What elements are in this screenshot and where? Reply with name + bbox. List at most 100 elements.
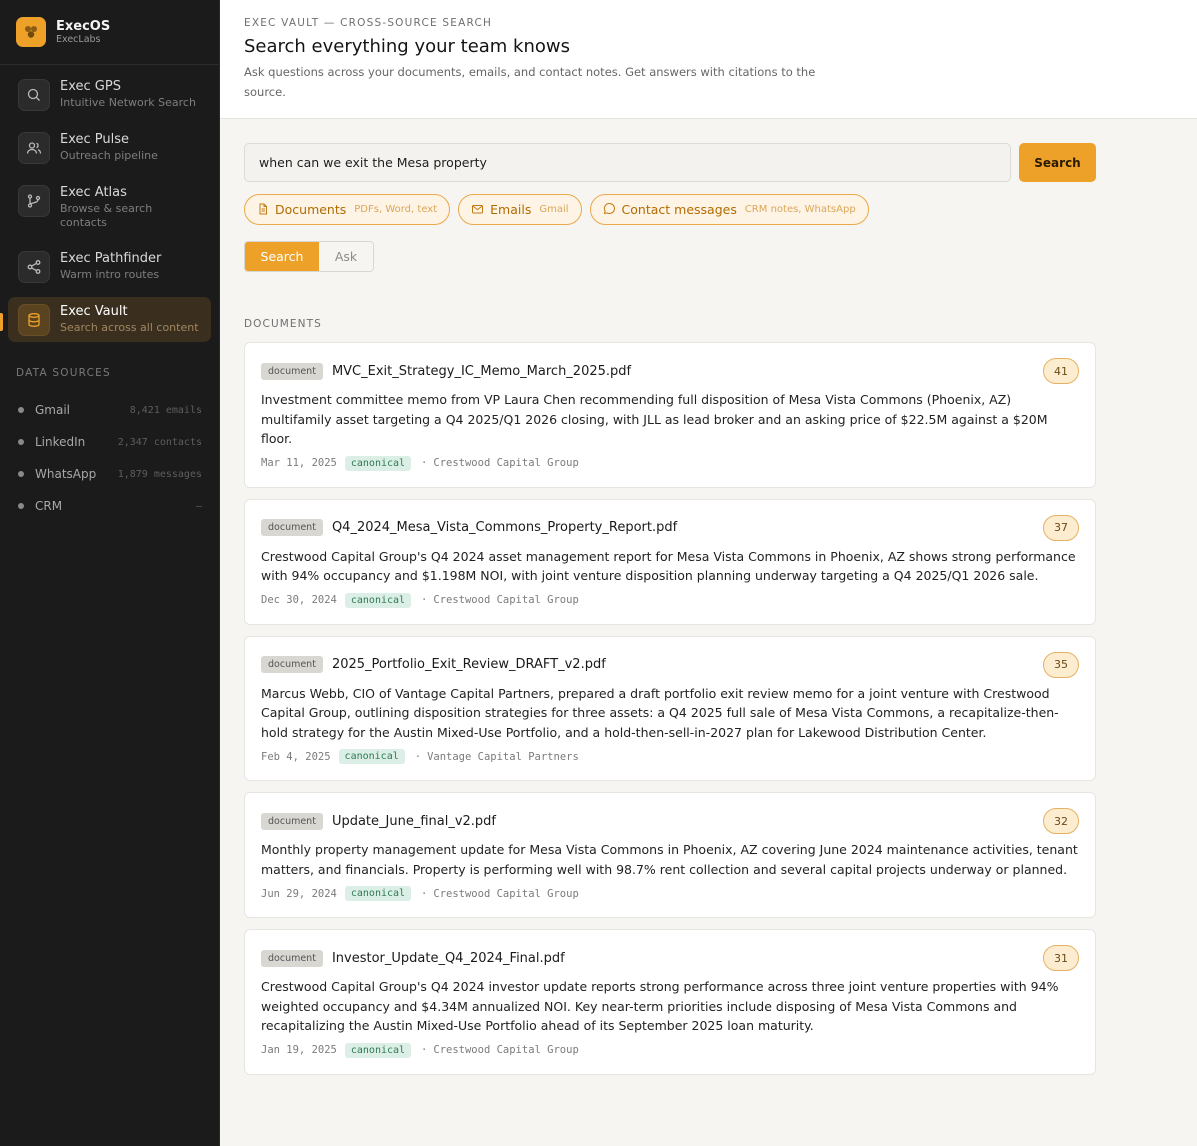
result-org: Crestwood Capital Group (433, 1044, 579, 1056)
data-source-crm[interactable]: CRM — (16, 490, 202, 522)
git-branch-icon (18, 185, 50, 217)
share-icon (18, 251, 50, 283)
data-source-whatsapp[interactable]: WhatsApp 1,879 messages (16, 458, 202, 490)
nav-title: Exec Vault (60, 304, 128, 319)
data-sources-heading: DATA SOURCES (16, 367, 111, 379)
sidebar-item-exec-pathfinder[interactable]: Exec Pathfinder Warm intro routes (8, 244, 211, 289)
sidebar-item-exec-pulse[interactable]: Exec Pulse Outreach pipeline (8, 125, 211, 170)
result-date: Jun 29, 2024 (261, 887, 337, 900)
nav-title: Exec Pathfinder (60, 251, 162, 266)
result-card[interactable]: document Investor_Update_Q4_2024_Final.p… (244, 929, 1096, 1075)
status-dot-icon (18, 407, 24, 413)
sidebar-item-exec-atlas[interactable]: Exec Atlas Browse & search contacts (8, 178, 211, 236)
data-source-name: Gmail (35, 403, 71, 417)
data-source-count: 2,347 contacts (117, 436, 202, 448)
status-badge: canonical (344, 1042, 412, 1058)
page-subtitle: Ask questions across your documents, ema… (244, 65, 816, 99)
brand[interactable]: ExecOS ExecLabs (0, 0, 219, 65)
mode-search-button[interactable]: Search (245, 242, 319, 271)
result-date: Jan 19, 2025 (261, 1044, 337, 1056)
doc-type-tag: document (261, 812, 323, 830)
relevance-score-badge: 35 (1043, 651, 1079, 678)
search-input[interactable] (244, 143, 1011, 182)
doc-type-tag: document (261, 949, 323, 967)
result-org: Crestwood Capital Group (433, 887, 579, 900)
nav-desc: Intuitive Network Search (60, 96, 196, 109)
data-sources-list: Gmail 8,421 emails LinkedIn 2,347 contac… (16, 394, 202, 522)
active-indicator (0, 313, 3, 331)
message-icon (603, 200, 616, 219)
status-badge: canonical (344, 455, 412, 471)
filter-emails-chip[interactable]: Emails Gmail (458, 194, 582, 225)
result-date: Dec 30, 2024 (261, 594, 337, 606)
mode-ask-button[interactable]: Ask (319, 242, 373, 271)
result-file-name[interactable]: Q4_2024_Mesa_Vista_Commons_Property_Repo… (332, 520, 677, 535)
brand-org: ExecLabs (56, 34, 101, 45)
data-source-name: CRM (35, 499, 63, 513)
database-icon (18, 304, 50, 336)
users-icon (18, 132, 50, 164)
results-section-label: DOCUMENTS (244, 318, 322, 330)
filter-label: Emails (490, 202, 532, 217)
page-title: Search everything your team knows (244, 36, 570, 57)
meta-separator: · (421, 1044, 428, 1056)
data-source-name: LinkedIn (35, 435, 86, 449)
sidebar-nav: Exec GPS Intuitive Network Search Exec P… (0, 72, 211, 350)
filter-hint: CRM notes, WhatsApp (744, 204, 856, 215)
filter-documents-chip[interactable]: Documents PDFs, Word, text (244, 194, 451, 225)
result-file-name[interactable]: MVC_Exit_Strategy_IC_Memo_March_2025.pdf (332, 364, 631, 379)
meta-separator: · (414, 750, 422, 763)
result-card[interactable]: document MVC_Exit_Strategy_IC_Memo_March… (244, 342, 1096, 488)
result-org: Crestwood Capital Group (433, 457, 579, 469)
results-list: document MVC_Exit_Strategy_IC_Memo_March… (244, 342, 1096, 1086)
mail-icon (471, 200, 484, 219)
status-dot-icon (18, 503, 24, 509)
search-icon (18, 79, 50, 111)
nav-desc: Search across all content (60, 321, 199, 334)
result-card[interactable]: document Q4_2024_Mesa_Vista_Commons_Prop… (244, 498, 1096, 625)
status-dot-icon (18, 439, 24, 445)
relevance-score-badge: 41 (1043, 358, 1079, 384)
result-card[interactable]: document 2025_Portfolio_Exit_Review_DRAF… (244, 635, 1096, 781)
meta-separator: · (421, 887, 428, 900)
result-card[interactable]: document Update_June_final_v2.pdf 32 Mon… (244, 792, 1096, 918)
page-header: EXEC VAULT — CROSS-SOURCE SEARCH Search … (220, 0, 1197, 119)
filter-contact-messages-chip[interactable]: Contact messages CRM notes, WhatsApp (589, 194, 869, 225)
search-button[interactable]: Search (1019, 143, 1096, 182)
relevance-score-badge: 31 (1043, 945, 1079, 971)
data-source-linkedin[interactable]: LinkedIn 2,347 contacts (16, 426, 202, 458)
relevance-score-badge: 37 (1043, 514, 1079, 541)
result-file-name[interactable]: 2025_Portfolio_Exit_Review_DRAFT_v2.pdf (332, 657, 606, 672)
relevance-score-badge: 32 (1043, 808, 1079, 834)
data-source-gmail[interactable]: Gmail 8,421 emails (16, 394, 202, 426)
doc-type-tag: document (261, 519, 323, 536)
mode-toggle: Search Ask (244, 241, 374, 272)
filter-label: Contact messages (621, 202, 737, 217)
nav-desc: Browse & search contacts (60, 202, 153, 229)
nav-desc: Outreach pipeline (60, 149, 158, 162)
file-icon (257, 200, 269, 219)
result-summary: Crestwood Capital Group's Q4 2024 asset … (261, 548, 1076, 584)
result-org: Crestwood Capital Group (433, 594, 579, 606)
data-source-count: — (195, 500, 202, 512)
nav-title: Exec GPS (60, 79, 121, 94)
execos-logo-icon (16, 17, 46, 47)
page-eyebrow: EXEC VAULT — CROSS-SOURCE SEARCH (244, 17, 493, 29)
meta-separator: · (421, 457, 428, 469)
sidebar: ExecOS ExecLabs Exec GPS Intuitive Netwo… (0, 0, 220, 1146)
search-bar: Search (244, 143, 1096, 182)
result-file-name[interactable]: Investor_Update_Q4_2024_Final.pdf (332, 951, 565, 966)
result-file-name[interactable]: Update_June_final_v2.pdf (332, 814, 496, 829)
sidebar-item-exec-vault[interactable]: Exec Vault Search across all content (0, 297, 211, 342)
nav-title: Exec Atlas (60, 185, 127, 200)
brand-name: ExecOS (56, 19, 111, 34)
source-filters: Documents PDFs, Word, text Emails Gmail … (244, 194, 869, 225)
sidebar-item-exec-gps[interactable]: Exec GPS Intuitive Network Search (8, 72, 211, 117)
status-badge: canonical (344, 886, 412, 901)
result-summary: Investment committee memo from VP Laura … (261, 392, 1048, 446)
filter-hint: Gmail (539, 204, 569, 215)
result-summary: Marcus Webb, CIO of Vantage Capital Part… (261, 685, 1059, 740)
result-date: Feb 4, 2025 (261, 750, 331, 763)
data-source-count: 8,421 emails (129, 404, 202, 416)
doc-type-tag: document (261, 362, 323, 380)
